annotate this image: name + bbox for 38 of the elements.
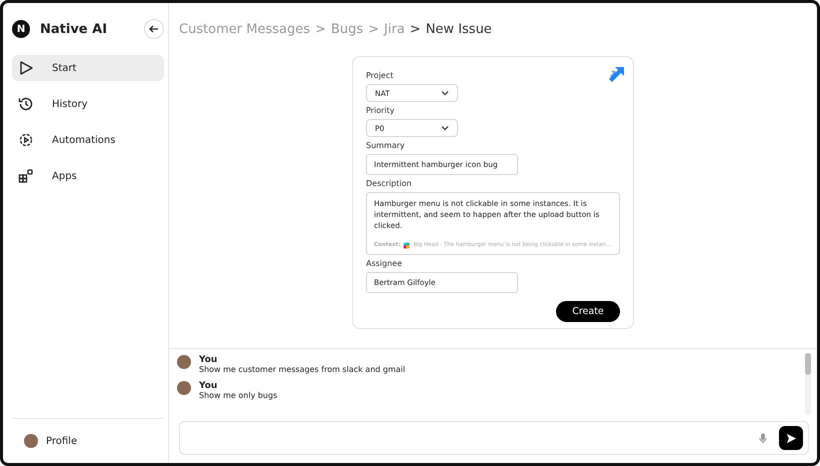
sidebar-item[interactable]: History bbox=[12, 91, 164, 117]
play-icon bbox=[18, 60, 34, 76]
breadcrumb-separator: > bbox=[410, 22, 421, 36]
field-label: Summary bbox=[366, 141, 406, 150]
brand-logo: N bbox=[12, 20, 30, 38]
profile-name[interactable]: Profile bbox=[46, 436, 78, 446]
textarea-field[interactable] bbox=[366, 192, 620, 255]
collapse-button[interactable] bbox=[144, 19, 164, 39]
history-icon bbox=[18, 96, 34, 112]
pinwheel-icon bbox=[403, 242, 410, 249]
sidebar-item[interactable]: Automations bbox=[12, 127, 164, 153]
scrollbar[interactable] bbox=[805, 353, 811, 415]
avatar bbox=[24, 434, 38, 448]
message-author: You bbox=[199, 355, 218, 365]
field-label: Assignee bbox=[366, 259, 404, 268]
breadcrumb-separator: > bbox=[315, 22, 326, 36]
message-text: Show me customer messages from slack and gmail bbox=[199, 365, 406, 374]
message-author: You bbox=[199, 381, 218, 391]
send-button[interactable] bbox=[779, 426, 803, 450]
brand-name: Native AI bbox=[40, 22, 108, 36]
microphone-icon bbox=[759, 432, 767, 444]
field-label: Project bbox=[366, 71, 394, 80]
breadcrumb-item: New Issue bbox=[426, 22, 492, 36]
field-label: Description bbox=[366, 179, 413, 188]
chevron-down-icon bbox=[441, 125, 449, 131]
message-text: Show me only bugs bbox=[199, 391, 278, 400]
apps-icon bbox=[18, 168, 34, 184]
breadcrumb-separator: > bbox=[368, 22, 380, 36]
chat-input-field[interactable] bbox=[179, 421, 809, 455]
avatar bbox=[177, 381, 191, 395]
send-icon bbox=[786, 432, 796, 444]
field-label: Priority bbox=[366, 106, 396, 115]
sidebar-item[interactable]: Start bbox=[12, 55, 164, 81]
arrow-left-icon bbox=[149, 24, 159, 34]
chevron-down-icon bbox=[441, 90, 449, 96]
sidebar-item[interactable]: Apps bbox=[12, 163, 164, 189]
avatar bbox=[177, 355, 191, 369]
create-button[interactable]: Create bbox=[556, 301, 620, 322]
